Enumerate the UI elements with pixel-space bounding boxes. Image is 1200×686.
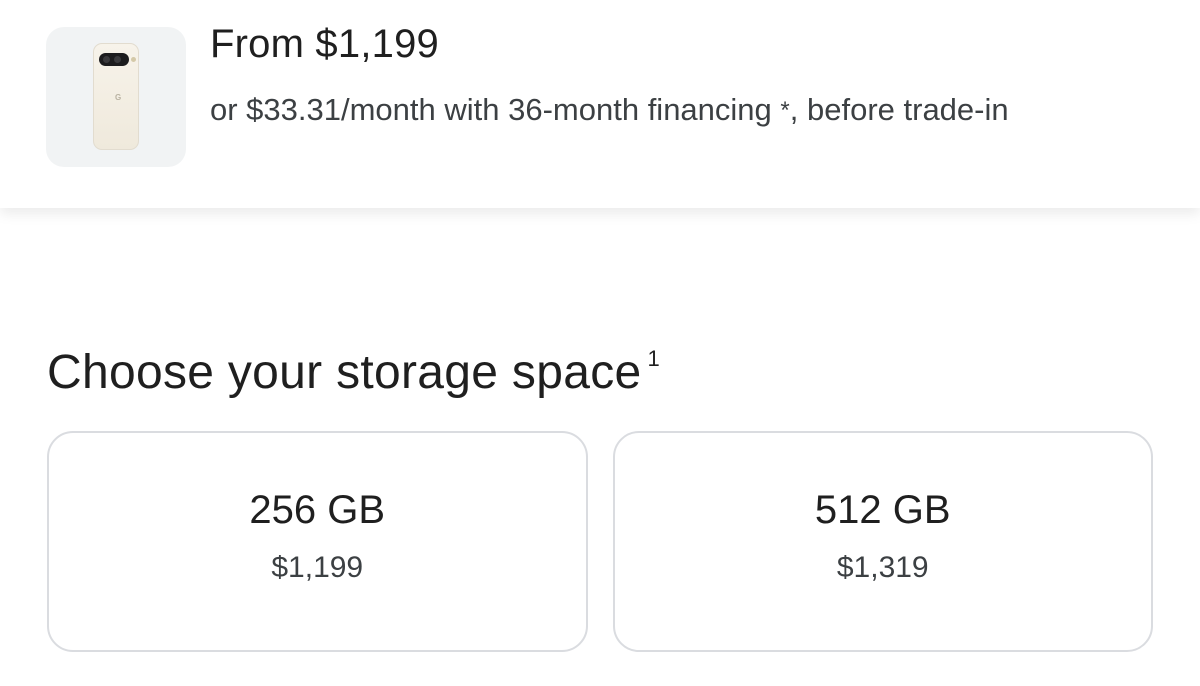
storage-options: 256 GB $1,199 512 GB $1,319 — [47, 431, 1153, 652]
flash-icon — [131, 57, 136, 62]
option-size: 256 GB — [249, 488, 386, 532]
camera-bar-icon — [99, 53, 129, 66]
price-title: From $1,199 — [210, 22, 439, 66]
product-page: G From $1,199 or $33.31/month with 36-mo… — [0, 0, 1200, 686]
storage-option-512gb[interactable]: 512 GB $1,319 — [612, 431, 1153, 652]
phone-thumbnail-icon: G — [93, 43, 139, 150]
price-summary-bar: G From $1,199 or $33.31/month with 36-mo… — [0, 0, 1200, 208]
financing-main: or $33.31/month with 36-month financing — [210, 92, 772, 127]
financing-text: or $33.31/month with 36-month financing … — [210, 84, 1070, 137]
storage-option-256gb[interactable]: 256 GB $1,199 — [47, 431, 588, 652]
storage-footnote-link[interactable]: 1 — [648, 346, 661, 371]
option-price: $1,319 — [836, 551, 929, 584]
financing-asterisk-link[interactable]: * — [780, 97, 789, 124]
brand-logo-icon: G — [115, 93, 122, 102]
product-thumbnail: G — [46, 27, 186, 167]
financing-suffix: , before trade-in — [789, 92, 1009, 127]
option-size: 512 GB — [814, 488, 951, 532]
storage-heading-text: Choose your storage space — [47, 346, 642, 399]
option-price: $1,199 — [271, 551, 364, 584]
storage-heading: Choose your storage space 1 — [47, 345, 660, 400]
